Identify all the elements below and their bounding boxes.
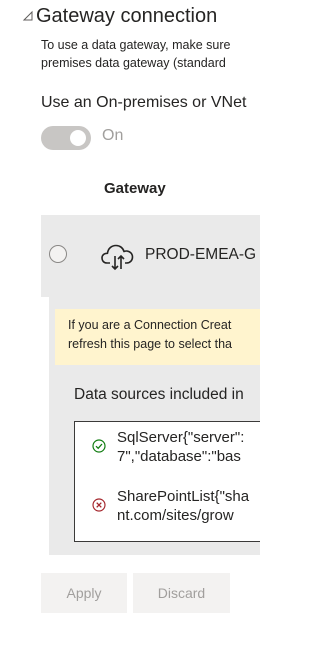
data-source-text: SqlServer{"server": 7","database":"bas [117,428,244,466]
data-sources-list: SqlServer{"server": 7","database":"bas S… [74,421,260,542]
data-source-line-2: nt.com/sites/grow [117,507,234,524]
description-line-1: To use a data gateway, make sure [41,38,231,52]
toggle-state-text: On [102,127,124,144]
triangle-collapse-icon[interactable] [22,10,34,22]
data-source-text: SharePointList{"sha nt.com/sites/grow [117,487,249,525]
on-premises-toggle[interactable] [41,126,91,150]
apply-button[interactable]: Apply [41,573,127,613]
info-banner-line-2: refresh this page to select tha [68,337,232,351]
info-banner-line-1: If you are a Connection Creat [68,318,232,332]
gateway-name: PROD-EMEA-G [145,246,257,263]
info-banner: If you are a Connection Creat refresh th… [55,309,260,365]
error-circle-icon [92,498,106,512]
gateway-description: To use a data gateway, make sure premise… [41,36,260,72]
gateway-row[interactable]: PROD-EMEA-G [41,215,260,297]
data-source-line-1: SharePointList{"sha [117,488,250,505]
check-circle-icon [92,439,106,453]
data-source-item: SharePointList{"sha nt.com/sites/grow [75,487,260,527]
data-source-item: SqlServer{"server": 7","database":"bas [75,428,260,468]
on-premises-toggle-label: Use an On-premises or VNet [41,94,247,111]
data-source-line-2: 7","database":"bas [117,448,241,465]
gateway-details-panel: If you are a Connection Creat refresh th… [49,297,260,555]
data-source-line-1: SqlServer{"server": [117,429,245,446]
description-line-2: premises data gateway (standard [41,56,226,70]
discard-button[interactable]: Discard [133,573,230,613]
cloud-gateway-icon [101,244,134,271]
section-title: Gateway connection [36,5,218,27]
data-sources-heading: Data sources included in [74,386,244,403]
gateway-radio-button[interactable] [49,245,67,263]
gateway-column-header: Gateway [104,180,166,197]
toggle-knob [70,130,86,146]
